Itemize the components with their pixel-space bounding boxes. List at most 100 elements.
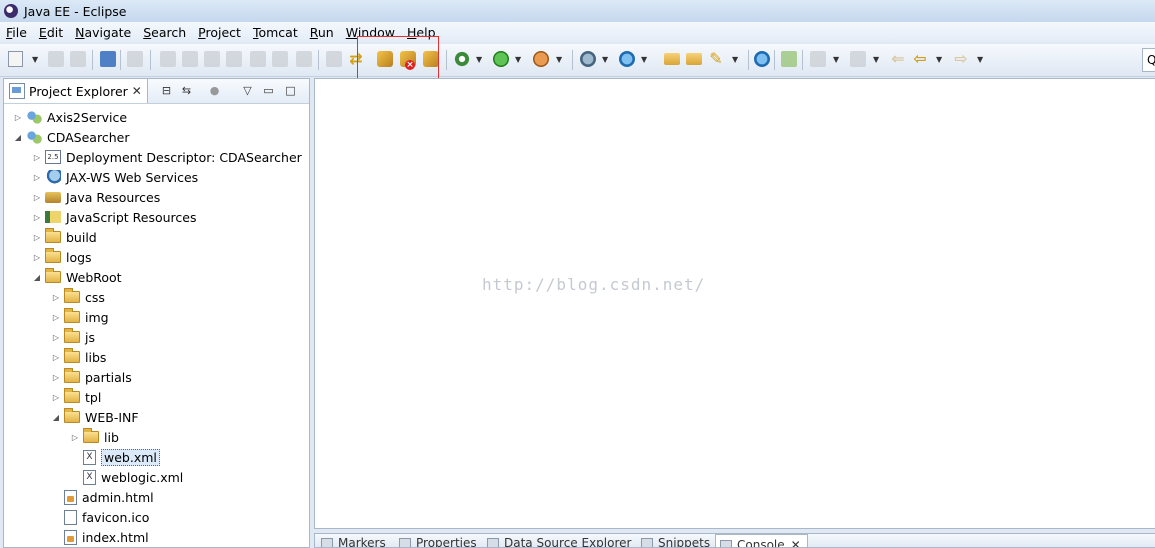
terminate-icon[interactable] [204, 51, 220, 67]
menu-navigate[interactable]: Navigate [75, 25, 131, 40]
tree-item[interactable]: index.html [51, 527, 149, 547]
menu-edit[interactable]: Edit [39, 25, 63, 40]
menu-tomcat[interactable]: Tomcat [253, 25, 298, 40]
back-icon[interactable]: ⇦ [912, 51, 928, 67]
tree-item[interactable]: Xweb.xml [70, 447, 160, 467]
collapsed-arrow-icon[interactable]: ▷ [51, 313, 61, 322]
collapse-all-icon[interactable]: ⊟ [160, 84, 173, 97]
collapsed-arrow-icon[interactable]: ▷ [32, 233, 42, 242]
collapsed-arrow-icon[interactable]: ▷ [51, 393, 61, 402]
tab-markers[interactable]: Markers [321, 536, 386, 547]
suspend-icon[interactable] [182, 51, 198, 67]
close-icon[interactable]: ✕ [791, 538, 801, 547]
tree-item[interactable]: ▷ Axis2Service [13, 107, 127, 127]
quick-access-input[interactable]: Q [1142, 48, 1155, 72]
tree-item[interactable]: ▷ img [51, 307, 109, 327]
search-dropdown-icon[interactable]: ▼ [732, 55, 740, 71]
launch-icon[interactable] [781, 51, 797, 67]
link-with-editor-icon[interactable]: ⇆ [180, 84, 193, 97]
forward-dropdown-icon[interactable]: ▼ [977, 55, 985, 71]
tab-console[interactable]: Console ✕ [715, 534, 808, 547]
previous-annotation-dropdown-icon[interactable]: ▼ [873, 55, 881, 71]
next-annotation-icon[interactable] [810, 51, 826, 67]
tree-item[interactable]: ▷ build [32, 227, 97, 247]
collapsed-arrow-icon[interactable]: ▷ [32, 153, 42, 162]
new-web-service-icon[interactable] [619, 51, 635, 67]
drop-to-frame-icon[interactable] [326, 51, 342, 67]
tree-item[interactable]: ◢ WebRoot [32, 267, 122, 287]
tree-item[interactable]: Xweblogic.xml [70, 467, 183, 487]
expanded-arrow-icon[interactable]: ◢ [51, 413, 61, 422]
tree-item[interactable]: ▷ logs [32, 247, 92, 267]
save-all-icon[interactable] [70, 51, 86, 67]
step-into-icon[interactable] [250, 51, 266, 67]
tree-item[interactable]: ▷ Java Resources [32, 187, 160, 207]
view-menu-icon[interactable]: ▽ [241, 84, 254, 97]
tree-item[interactable]: ▷ tpl [51, 387, 101, 407]
open-web-browser-icon[interactable] [754, 51, 770, 67]
expanded-arrow-icon[interactable]: ◢ [13, 133, 23, 142]
tab-project-explorer[interactable]: Project Explorer ✕ [4, 79, 148, 103]
save-icon[interactable] [48, 51, 64, 67]
step-return-icon[interactable] [296, 51, 312, 67]
new-dropdown-icon[interactable]: ▼ [32, 55, 40, 71]
previous-annotation-icon[interactable] [850, 51, 866, 67]
tab-data-source-explorer[interactable]: Data Source Explorer [487, 536, 631, 547]
next-annotation-dropdown-icon[interactable]: ▼ [833, 55, 841, 71]
menu-file[interactable]: File [6, 25, 27, 40]
tab-snippets[interactable]: Snippets [641, 536, 710, 547]
last-edit-location-icon[interactable]: ⇐ [890, 51, 906, 67]
external-tools-icon[interactable] [533, 51, 549, 67]
disconnect-icon[interactable] [226, 51, 242, 67]
open-type-icon[interactable] [664, 53, 680, 65]
focus-on-active-task-icon[interactable]: ● [208, 84, 221, 97]
search-tool-icon[interactable]: ✎ [708, 51, 724, 67]
collapsed-arrow-icon[interactable]: ▷ [51, 293, 61, 302]
skip-breakpoints-icon[interactable] [127, 51, 143, 67]
new-server-dropdown-icon[interactable]: ▼ [602, 55, 610, 71]
maximize-icon[interactable]: □ [284, 84, 297, 97]
collapsed-arrow-icon[interactable]: ▷ [51, 353, 61, 362]
collapsed-arrow-icon[interactable]: ▷ [51, 373, 61, 382]
collapsed-arrow-icon[interactable]: ▷ [32, 173, 42, 182]
tree-item[interactable]: ▷ partials [51, 367, 132, 387]
tree-item[interactable]: favicon.ico [51, 507, 149, 527]
tab-properties[interactable]: Properties [399, 536, 477, 547]
collapsed-arrow-icon[interactable]: ▷ [32, 193, 42, 202]
collapsed-arrow-icon[interactable]: ▷ [32, 253, 42, 262]
close-icon[interactable]: ✕ [132, 84, 142, 98]
collapsed-arrow-icon[interactable]: ▷ [32, 213, 42, 222]
tree-item[interactable]: ▷ 2.5 Deployment Descriptor: CDASearcher [32, 147, 302, 167]
debug-icon[interactable] [454, 51, 470, 67]
run-dropdown-icon[interactable]: ▼ [515, 55, 523, 71]
forward-icon[interactable]: ⇨ [953, 51, 969, 67]
tree-item[interactable]: ▷ css [51, 287, 105, 307]
open-console-icon[interactable] [100, 51, 116, 67]
new-server-icon[interactable] [580, 51, 596, 67]
tree-item[interactable]: ▷ lib [70, 427, 119, 447]
open-task-icon[interactable] [686, 53, 702, 65]
tree-item[interactable]: ▷ JavaScript Resources [32, 207, 197, 227]
run-icon[interactable] [493, 51, 509, 67]
new-web-service-dropdown-icon[interactable]: ▼ [641, 55, 649, 71]
tree-item[interactable]: ▷ JAX-WS Web Services [32, 167, 198, 187]
collapsed-arrow-icon[interactable]: ▷ [13, 113, 23, 122]
resume-icon[interactable] [160, 51, 176, 67]
minimize-icon[interactable]: ▭ [262, 84, 275, 97]
menu-project[interactable]: Project [198, 25, 241, 40]
collapsed-arrow-icon[interactable]: ▷ [70, 433, 80, 442]
collapsed-arrow-icon[interactable]: ▷ [51, 333, 61, 342]
tree-item[interactable]: ◢ CDASearcher [13, 127, 130, 147]
tree-item[interactable]: admin.html [51, 487, 154, 507]
menu-run[interactable]: Run [310, 25, 334, 40]
debug-dropdown-icon[interactable]: ▼ [476, 55, 484, 71]
menu-search[interactable]: Search [143, 25, 186, 40]
tree-item[interactable]: ▷ libs [51, 347, 106, 367]
new-file-icon[interactable] [8, 51, 23, 67]
tree-item[interactable]: ◢ WEB-INF [51, 407, 139, 427]
step-over-icon[interactable] [272, 51, 288, 67]
expanded-arrow-icon[interactable]: ◢ [32, 273, 42, 282]
back-dropdown-icon[interactable]: ▼ [936, 55, 944, 71]
tree-item[interactable]: ▷ js [51, 327, 95, 347]
external-tools-dropdown-icon[interactable]: ▼ [556, 55, 564, 71]
